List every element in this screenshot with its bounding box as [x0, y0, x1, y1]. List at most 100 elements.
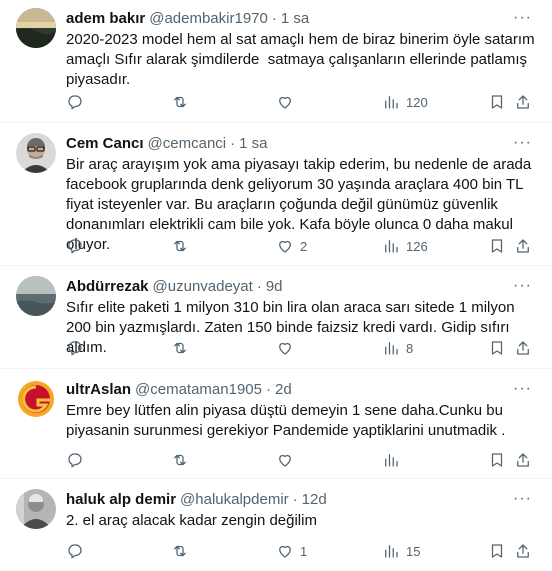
- repost-button[interactable]: [171, 542, 189, 560]
- avatar[interactable]: [16, 133, 56, 173]
- share-button[interactable]: [514, 93, 532, 111]
- views-button[interactable]: 8: [382, 339, 413, 357]
- bookmark-button[interactable]: [488, 93, 506, 111]
- repost-button[interactable]: [171, 237, 189, 255]
- separator: ·: [230, 134, 236, 152]
- bookmark-button[interactable]: [488, 542, 506, 560]
- heart-icon: [279, 96, 291, 109]
- analytics-icon: [385, 240, 398, 253]
- separator: ·: [256, 277, 262, 295]
- tweet-header: adem bakır @adembakir1970 · 1 sa: [66, 0, 536, 28]
- like-button[interactable]: 2: [276, 237, 307, 255]
- author-handle[interactable]: @adembakir1970: [149, 10, 268, 27]
- bookmark-icon: [491, 239, 503, 253]
- like-button[interactable]: 1: [276, 542, 307, 560]
- more-icon[interactable]: ···: [513, 490, 532, 508]
- tweet-actions: 120: [66, 92, 536, 112]
- author-handle[interactable]: @cemcanci: [148, 135, 227, 152]
- separator: ·: [292, 490, 298, 508]
- repost-button[interactable]: [171, 93, 189, 111]
- avatar[interactable]: [16, 379, 56, 419]
- views-button[interactable]: 120: [382, 93, 428, 111]
- tweet-feed: adem bakır @adembakir1970 · 1 sa ··· 202…: [0, 0, 552, 571]
- reply-button[interactable]: [66, 237, 84, 255]
- tweet-header: Abdürrezak @uzunvadeyat · 9d: [66, 266, 536, 296]
- repost-icon: [174, 240, 186, 252]
- share-icon: [517, 341, 529, 355]
- views-button[interactable]: 126: [382, 237, 428, 255]
- tweet-text: 2020-2023 model hem al sat amaçlı hem de…: [66, 31, 539, 88]
- repost-button[interactable]: [171, 451, 189, 469]
- tweet[interactable]: adem bakır @adembakir1970 · 1 sa ··· 202…: [0, 0, 552, 123]
- separator: ·: [265, 380, 271, 398]
- tweet-actions: 8: [66, 338, 536, 358]
- timestamp[interactable]: 12d: [302, 491, 327, 508]
- tweet-actions: [66, 450, 536, 470]
- timestamp[interactable]: 2d: [275, 381, 292, 398]
- more-icon[interactable]: ···: [513, 380, 532, 398]
- reply-button[interactable]: [66, 339, 84, 357]
- tweet[interactable]: Cem Cancı @cemcanci · 1 sa ··· Bir araç …: [0, 123, 552, 266]
- avatar[interactable]: [16, 276, 56, 316]
- author-name[interactable]: Abdürrezak: [66, 278, 149, 295]
- more-icon[interactable]: ···: [513, 277, 532, 295]
- tweet-header: ultrAslan @cemataman1905 · 2d: [66, 369, 536, 399]
- author-handle[interactable]: @halukalpdemir: [180, 491, 289, 508]
- author-name[interactable]: adem bakır: [66, 10, 145, 27]
- like-count: 2: [300, 238, 308, 254]
- more-icon[interactable]: ···: [513, 134, 532, 152]
- author-name[interactable]: ultrAslan: [66, 381, 131, 398]
- share-button[interactable]: [514, 339, 532, 357]
- reply-button[interactable]: [66, 451, 84, 469]
- views-button[interactable]: [382, 451, 406, 469]
- bookmark-icon: [491, 95, 503, 109]
- reply-button[interactable]: [66, 542, 84, 560]
- avatar[interactable]: [16, 489, 56, 529]
- repost-icon: [174, 342, 186, 354]
- reply-icon: [68, 341, 82, 356]
- author-name[interactable]: haluk alp demir: [66, 491, 176, 508]
- bookmark-button[interactable]: [488, 451, 506, 469]
- heart-icon: [279, 545, 291, 558]
- share-icon: [517, 239, 529, 253]
- share-icon: [517, 544, 529, 558]
- analytics-icon: [385, 96, 398, 109]
- repost-icon: [174, 454, 186, 466]
- share-icon: [517, 453, 529, 467]
- reply-button[interactable]: [66, 93, 84, 111]
- bookmark-icon: [491, 453, 503, 467]
- timestamp[interactable]: 1 sa: [281, 10, 309, 27]
- view-count: 15: [406, 543, 421, 559]
- author-handle[interactable]: @uzunvadeyat: [153, 278, 253, 295]
- author-name[interactable]: Cem Cancı: [66, 135, 144, 152]
- repost-button[interactable]: [171, 339, 189, 357]
- bookmark-button[interactable]: [488, 237, 506, 255]
- timestamp[interactable]: 1 sa: [239, 135, 267, 152]
- share-button[interactable]: [514, 451, 532, 469]
- reply-icon: [68, 544, 82, 559]
- tweet[interactable]: Abdürrezak @uzunvadeyat · 9d ··· Sıfır e…: [0, 266, 552, 369]
- timestamp[interactable]: 9d: [266, 278, 283, 295]
- tweet-actions: 1 15: [66, 541, 536, 561]
- analytics-icon: [385, 342, 398, 355]
- author-handle[interactable]: @cemataman1905: [135, 381, 262, 398]
- avatar[interactable]: [16, 8, 56, 48]
- heart-icon: [279, 454, 291, 467]
- share-button[interactable]: [514, 542, 532, 560]
- heart-icon: [279, 342, 291, 355]
- bookmark-icon: [491, 341, 503, 355]
- like-button[interactable]: [276, 339, 300, 357]
- reply-icon: [68, 95, 82, 110]
- tweet[interactable]: ultrAslan @cemataman1905 · 2d ··· Emre b…: [0, 369, 552, 479]
- tweet-header: Cem Cancı @cemcanci · 1 sa: [66, 123, 536, 153]
- like-button[interactable]: [276, 451, 300, 469]
- more-icon[interactable]: ···: [513, 9, 532, 27]
- views-button[interactable]: 15: [382, 542, 420, 560]
- tweet[interactable]: haluk alp demir @halukalpdemir · 12d ···…: [0, 479, 552, 571]
- view-count: 126: [406, 238, 428, 254]
- bookmark-button[interactable]: [488, 339, 506, 357]
- share-button[interactable]: [514, 237, 532, 255]
- share-icon: [517, 95, 529, 109]
- like-button[interactable]: [276, 93, 300, 111]
- bookmark-icon: [491, 544, 503, 558]
